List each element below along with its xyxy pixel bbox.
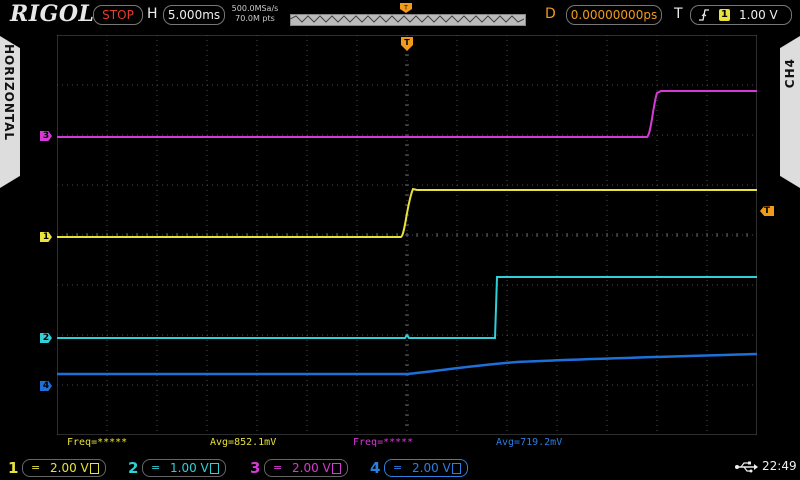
trigger-label: T [674, 6, 683, 22]
top-status-bar: RIGOL STOP H 5.000ms 500.0MSa/s 70.0M pt… [0, 0, 800, 30]
measurement-ch1-avg: Avg=852.1mV [210, 437, 277, 448]
ch2-scale: 1.00 V [170, 461, 209, 475]
horizontal-label: H [147, 6, 158, 22]
trigger-settings[interactable]: 1 1.00 V [690, 5, 792, 25]
horizontal-tab-label: HORIZONTAL [2, 44, 16, 142]
trigger-source-badge: 1 [719, 9, 730, 21]
system-clock: 22:49 [762, 459, 797, 473]
channel-status-bar: 1 = 2.00 V 2 = 1.00 V 3 = 2.00 V 4 = 2.0… [0, 455, 800, 480]
delay-label: D [545, 6, 556, 22]
measurement-ch3-freq: Freq=***** [353, 437, 414, 448]
trigger-position-marker-icon[interactable]: T [401, 37, 413, 55]
brand-logo: RIGOL [10, 1, 95, 27]
ch2-offset-marker[interactable]: 2 [40, 333, 52, 343]
ch2-number: 2 [128, 459, 139, 477]
trigger-level-value: 1.00 V [739, 8, 778, 22]
ch2-bandwidth-icon [210, 463, 219, 474]
ch3-offset-marker[interactable]: 3 [40, 131, 52, 141]
ch4-number: 4 [370, 459, 381, 477]
ch3-number: 3 [250, 459, 261, 477]
ch4-offset-marker[interactable]: 4 [40, 381, 52, 391]
ch3-bandwidth-icon [332, 463, 341, 474]
ch1-scale: 2.00 V [50, 461, 89, 475]
ch3-scale: 2.00 V [292, 461, 331, 475]
waveform-grid[interactable] [57, 35, 757, 435]
ch4-bandwidth-icon [452, 463, 461, 474]
ch2-coupling: = [151, 461, 161, 474]
ch1-offset-marker[interactable]: 1 [40, 232, 52, 242]
measurement-ch4-avg: Avg=719.2mV [496, 437, 563, 448]
ch1-scale-button[interactable]: = 2.00 V [22, 459, 106, 477]
memory-waveform-preview [290, 15, 524, 23]
ch4-menu-tab[interactable]: CH4 [780, 36, 800, 188]
trigger-delay-value[interactable]: 0.00000000ps [566, 5, 662, 25]
trigger-position-marker-text: T [404, 38, 410, 47]
ch4-tab-label: CH4 [783, 58, 797, 89]
ch1-number: 1 [8, 459, 19, 477]
memory-depth: 70.0M pts [235, 14, 275, 23]
ch1-coupling: = [31, 461, 41, 474]
trigger-position-text: T [403, 5, 408, 12]
trigger-level-marker[interactable]: T [760, 206, 774, 216]
ch4-coupling: = [393, 461, 403, 474]
ch4-scale: 2.00 V [412, 461, 451, 475]
usb-icon [735, 461, 758, 473]
ch3-coupling: = [273, 461, 283, 474]
ch4-scale-button[interactable]: = 2.00 V [384, 459, 468, 477]
run-stop-status[interactable]: STOP [93, 5, 143, 25]
ch1-bandwidth-icon [90, 463, 99, 474]
timebase-value[interactable]: 5.000ms [163, 5, 225, 25]
sample-info: 500.0MSa/s 70.0M pts [229, 4, 281, 24]
rising-edge-icon [699, 9, 709, 21]
ch3-scale-button[interactable]: = 2.00 V [264, 459, 348, 477]
ch2-scale-button[interactable]: = 1.00 V [142, 459, 226, 477]
measurement-ch1-freq: Freq=***** [67, 437, 128, 448]
sample-rate: 500.0MSa/s [231, 4, 279, 13]
horizontal-menu-tab[interactable]: HORIZONTAL [0, 36, 20, 188]
trigger-position-icon: T [400, 3, 412, 13]
